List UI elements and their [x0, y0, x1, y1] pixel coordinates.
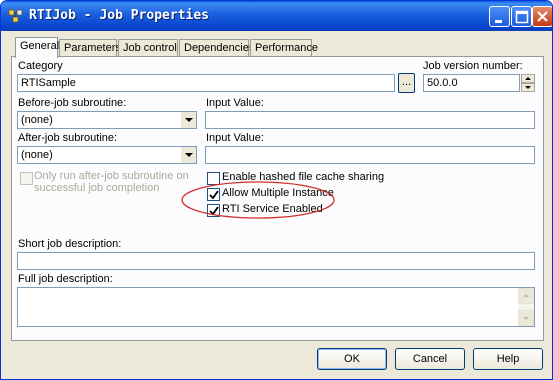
chevron-down-icon[interactable] — [180, 112, 196, 128]
close-icon — [537, 11, 548, 22]
tab-parameters[interactable]: Parameters — [59, 39, 121, 57]
before-job-value: (none) — [21, 114, 53, 126]
category-field[interactable]: RTISample — [17, 74, 395, 92]
window-title: RTIJob - Job Properties — [29, 8, 210, 23]
before-input-label: Input Value: — [206, 97, 264, 109]
tab-label: Dependencies — [184, 42, 255, 54]
after-job-label: After-job subroutine: — [18, 132, 118, 144]
tab-label: Job control — [123, 42, 177, 54]
minimize-button[interactable] — [489, 6, 510, 27]
full-desc-scrollbar[interactable] — [518, 288, 534, 326]
minimize-icon — [495, 20, 502, 23]
job-version-label: Job version number: — [423, 60, 523, 72]
tab-dependencies[interactable]: Dependencies — [179, 39, 254, 57]
only-run-checkbox[interactable] — [20, 172, 33, 185]
before-job-label: Before-job subroutine: — [18, 97, 127, 109]
category-label: Category — [18, 60, 63, 72]
title-bar[interactable]: RTIJob - Job Properties — [1, 1, 552, 31]
job-version-spinner[interactable] — [521, 74, 535, 92]
only-run-label-line1: Only run after-job subroutine on — [34, 170, 189, 182]
scroll-down-icon[interactable] — [518, 310, 534, 326]
app-icon — [8, 8, 24, 24]
ok-button[interactable]: OK — [317, 348, 387, 370]
cancel-button[interactable]: Cancel — [395, 348, 465, 370]
tab-performance[interactable]: Performance — [250, 39, 318, 57]
spin-up-icon[interactable] — [521, 74, 535, 83]
full-desc-label: Full job description: — [18, 273, 113, 285]
job-properties-window: RTIJob - Job Properties General Paramete… — [0, 0, 553, 380]
browse-button[interactable]: ... — [398, 73, 415, 93]
chevron-down-icon[interactable] — [180, 147, 196, 163]
tab-label: General — [20, 40, 60, 52]
before-job-select[interactable]: (none) — [17, 111, 197, 129]
before-input-field[interactable] — [205, 111, 535, 129]
close-button[interactable] — [532, 6, 552, 27]
maximize-button[interactable] — [511, 6, 532, 27]
after-job-value: (none) — [21, 149, 53, 161]
after-input-label: Input Value: — [206, 132, 264, 144]
spin-down-icon[interactable] — [521, 83, 535, 92]
job-version-field[interactable]: 50.0.0 — [423, 74, 520, 92]
scroll-up-icon[interactable] — [518, 288, 534, 304]
after-job-select[interactable]: (none) — [17, 146, 197, 164]
help-button[interactable]: Help — [473, 348, 543, 370]
short-desc-field[interactable] — [17, 252, 535, 270]
tab-label: Performance — [255, 42, 318, 54]
highlight-ellipse — [181, 181, 335, 219]
after-input-field[interactable] — [205, 146, 535, 164]
full-desc-textarea[interactable] — [17, 287, 535, 327]
only-run-label-line2: successful job completion — [34, 182, 160, 194]
tab-general[interactable]: General — [15, 37, 60, 58]
short-desc-label: Short job description: — [18, 238, 122, 250]
tab-label: Parameters — [64, 42, 121, 54]
maximize-icon — [515, 10, 529, 24]
tab-job-control[interactable]: Job control — [118, 39, 178, 57]
